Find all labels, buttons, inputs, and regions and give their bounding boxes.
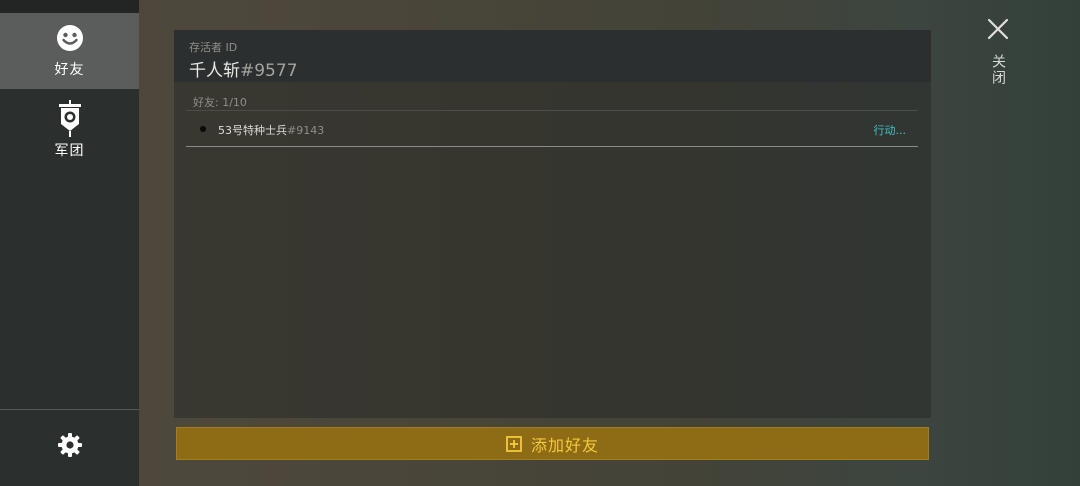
gear-icon bbox=[57, 432, 83, 462]
status-dot bbox=[200, 126, 206, 132]
sidebar-item-friends[interactable]: 好友 bbox=[0, 13, 139, 89]
panel-header: 存活者 ID 千人斩#9577 bbox=[174, 30, 931, 82]
sidebar-item-label: 军团 bbox=[54, 143, 85, 159]
sidebar-item-label: 好友 bbox=[54, 62, 85, 78]
survivor-id-label: 存活者 ID bbox=[189, 41, 238, 54]
close-label: 关闭 bbox=[990, 54, 1006, 86]
list-item[interactable]: 53号特种士兵#9143 行动... bbox=[186, 111, 918, 146]
list-divider bbox=[186, 146, 918, 147]
friend-name-text: 53号特种士兵 bbox=[218, 124, 287, 137]
player-name-text: 千人斩 bbox=[189, 61, 240, 81]
friend-actions-link[interactable]: 行动... bbox=[874, 122, 907, 138]
player-name: 千人斩#9577 bbox=[189, 56, 298, 81]
close-icon bbox=[987, 18, 1009, 44]
friend-name: 53号特种士兵#9143 bbox=[218, 122, 324, 138]
sidebar-divider bbox=[0, 409, 139, 410]
sidebar-top-band bbox=[0, 0, 139, 13]
add-friend-label: 添加好友 bbox=[530, 435, 599, 455]
banner-icon bbox=[56, 100, 84, 137]
sidebar: 好友 军团 bbox=[0, 0, 139, 486]
add-friend-button[interactable]: 添加好友 bbox=[176, 427, 929, 460]
player-tag: #9577 bbox=[240, 61, 298, 81]
close-button[interactable]: 关闭 bbox=[978, 18, 1018, 108]
sidebar-item-legion[interactable]: 军团 bbox=[0, 94, 139, 170]
smiley-icon bbox=[56, 23, 84, 53]
plus-box-icon bbox=[506, 435, 522, 452]
settings-button[interactable] bbox=[0, 418, 139, 476]
friend-tag: #9143 bbox=[287, 124, 325, 137]
friends-panel: 存活者 ID 千人斩#9577 好友: 1/10 53号特种士兵#9143 行动… bbox=[174, 30, 931, 418]
friends-count: 好友: 1/10 bbox=[193, 96, 247, 109]
